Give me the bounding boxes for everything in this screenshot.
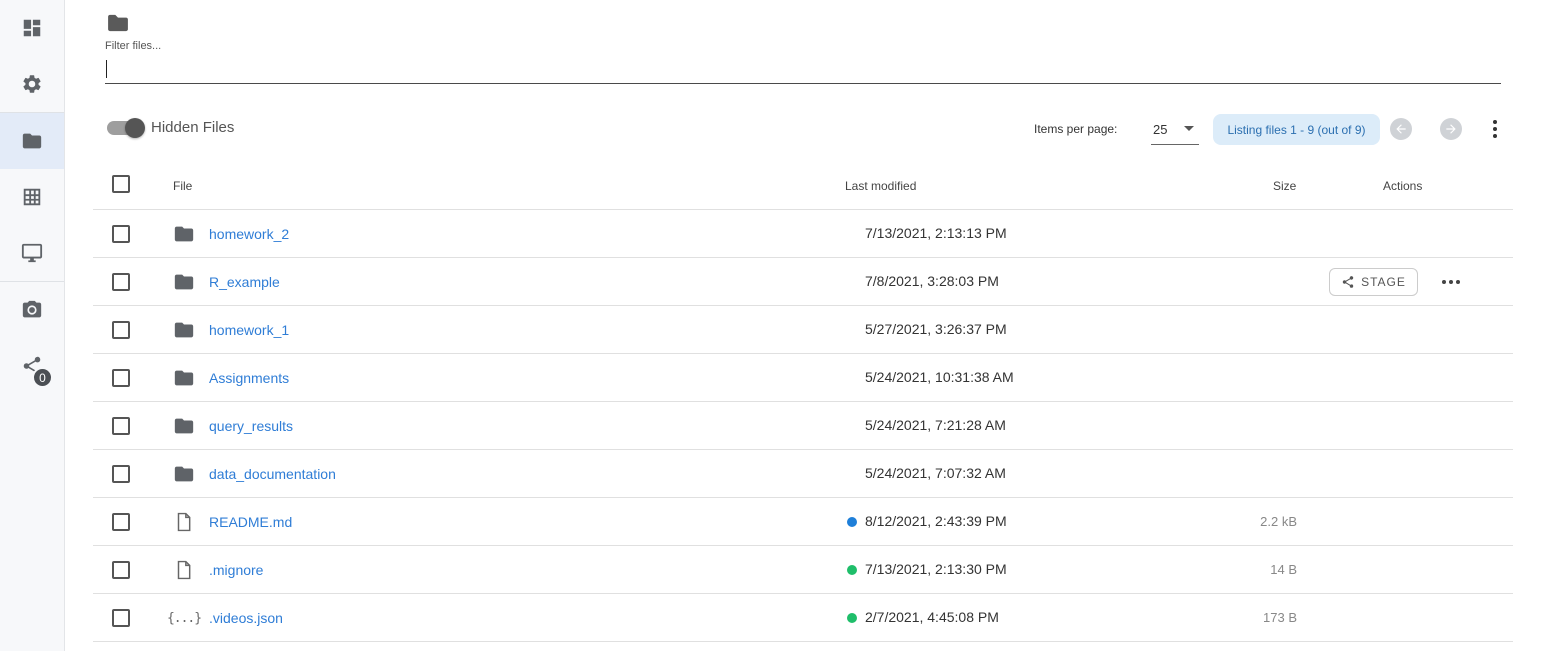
modified-time: 7/13/2021, 2:13:13 PM (865, 225, 1007, 241)
sync-status-dot (847, 613, 857, 623)
select-all-checkbox[interactable] (112, 175, 130, 193)
modified-time: 5/24/2021, 10:31:38 AM (865, 369, 1014, 385)
stage-button[interactable]: STAGE (1329, 268, 1418, 296)
table-row[interactable]: .mignore 7/13/2021, 2:13:30 PM 14 B (93, 546, 1513, 594)
modified-time: 2/7/2021, 4:45:08 PM (865, 609, 999, 625)
sync-status-dot (847, 565, 857, 575)
file-icon (173, 559, 195, 581)
sync-status-dot (847, 517, 857, 527)
arrow-right-icon (1446, 124, 1456, 134)
row-checkbox[interactable] (112, 465, 130, 483)
folder-icon (173, 271, 195, 293)
items-per-page-value: 25 (1153, 122, 1168, 137)
modified-time: 5/24/2021, 7:07:32 AM (865, 465, 1006, 481)
modified-time: 5/24/2021, 7:21:28 AM (865, 417, 1006, 433)
table-row[interactable]: README.md 8/12/2021, 2:43:39 PM 2.2 kB (93, 498, 1513, 546)
caret-down-icon (1184, 126, 1194, 131)
file-name-link[interactable]: README.md (209, 514, 292, 530)
table-row[interactable]: {...} .videos.json 2/7/2021, 4:45:08 PM … (93, 594, 1513, 642)
folder-icon (173, 463, 195, 485)
toggle-thumb (125, 118, 145, 138)
sidebar-item-snapshot[interactable] (0, 282, 64, 338)
monitor-icon (21, 243, 43, 263)
row-checkbox[interactable] (112, 609, 130, 627)
file-icon (173, 511, 195, 533)
next-page-button[interactable] (1440, 118, 1462, 140)
row-checkbox[interactable] (112, 417, 130, 435)
share-count-badge: 0 (32, 367, 53, 388)
file-name-link[interactable]: Assignments (209, 370, 289, 386)
table-row[interactable]: homework_2 7/13/2021, 2:13:13 PM (93, 210, 1513, 258)
camera-icon (22, 300, 42, 318)
previous-page-button[interactable] (1390, 118, 1412, 140)
row-checkbox[interactable] (112, 321, 130, 339)
column-header-file[interactable]: File (173, 179, 192, 193)
table-row[interactable]: homework_1 5/27/2021, 3:26:37 PM (93, 306, 1513, 354)
main-content: Filter files... Hidden Files Items per p… (65, 0, 1542, 651)
table-row[interactable]: query_results 5/24/2021, 7:21:28 AM (93, 402, 1513, 450)
file-name-link[interactable]: .mignore (209, 562, 263, 578)
text-cursor (106, 60, 107, 78)
json-icon: {...} (166, 610, 202, 626)
folder-icon (173, 367, 195, 389)
sidebar-item-monitor[interactable] (0, 225, 64, 281)
arrow-left-icon (1396, 124, 1406, 134)
table-icon (23, 188, 41, 206)
sidebar-item-share[interactable]: 0 (0, 338, 64, 394)
file-size: 14 B (1270, 562, 1297, 577)
column-header-size[interactable]: Size (1273, 179, 1296, 193)
column-header-modified[interactable]: Last modified (845, 179, 916, 193)
sidebar-item-table[interactable] (0, 169, 64, 225)
folder-icon (173, 319, 195, 341)
file-name-link[interactable]: query_results (209, 418, 293, 434)
row-checkbox[interactable] (112, 561, 130, 579)
sidebar-item-settings[interactable] (0, 56, 64, 112)
folder-icon (22, 133, 42, 149)
table-row[interactable]: data_documentation 5/24/2021, 7:07:32 AM (93, 450, 1513, 498)
file-name-link[interactable]: R_example (209, 274, 280, 290)
filter-label: Filter files... (105, 40, 162, 52)
column-header-actions: Actions (1383, 179, 1423, 193)
table-header: File Last modified Size Actions (93, 162, 1513, 210)
sidebar: 0 (0, 0, 65, 651)
file-table: File Last modified Size Actions homework… (93, 162, 1513, 642)
file-name-link[interactable]: data_documentation (209, 466, 336, 482)
modified-time: 8/12/2021, 2:43:39 PM (865, 513, 1007, 529)
table-row[interactable]: R_example 7/8/2021, 3:28:03 PM STAGE (93, 258, 1513, 306)
row-checkbox[interactable] (112, 273, 130, 291)
hidden-files-label: Hidden Files (151, 119, 235, 136)
file-name-link[interactable]: .videos.json (209, 610, 283, 626)
table-row[interactable]: Assignments 5/24/2021, 10:31:38 AM (93, 354, 1513, 402)
modified-time: 5/27/2021, 3:26:37 PM (865, 321, 1007, 337)
row-more-icon[interactable] (1441, 274, 1461, 290)
file-name-link[interactable]: homework_1 (209, 322, 289, 338)
row-checkbox[interactable] (112, 225, 130, 243)
more-options-icon[interactable] (1485, 118, 1505, 140)
sidebar-item-dashboard[interactable] (0, 0, 64, 56)
row-checkbox[interactable] (112, 513, 130, 531)
folder-icon (173, 415, 195, 437)
listing-status: Listing files 1 - 9 (out of 9) (1213, 114, 1380, 145)
folder-icon (173, 223, 195, 245)
modified-time: 7/13/2021, 2:13:30 PM (865, 561, 1007, 577)
sidebar-item-files[interactable] (0, 113, 64, 169)
items-per-page-select[interactable]: 25 (1151, 115, 1199, 145)
filter-input[interactable] (105, 56, 1501, 84)
file-size: 2.2 kB (1260, 514, 1297, 529)
file-name-link[interactable]: homework_2 (209, 226, 289, 242)
folder-icon[interactable] (107, 14, 129, 32)
modified-time: 7/8/2021, 3:28:03 PM (865, 273, 999, 289)
hidden-files-toggle[interactable] (107, 118, 145, 138)
items-per-page-label: Items per page: (1034, 122, 1118, 136)
row-checkbox[interactable] (112, 369, 130, 387)
gear-icon (23, 75, 41, 93)
dashboard-icon (23, 19, 41, 37)
stage-label: STAGE (1361, 275, 1406, 289)
share-icon (1342, 276, 1354, 288)
file-size: 173 B (1263, 610, 1297, 625)
